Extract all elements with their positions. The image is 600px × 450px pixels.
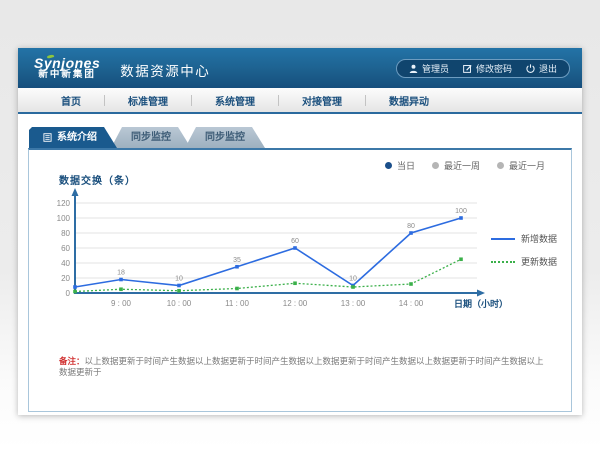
svg-text:35: 35 (233, 257, 241, 264)
svg-text:100: 100 (57, 214, 71, 223)
svg-text:9 : 00: 9 : 00 (111, 299, 132, 308)
logout-label: 退出 (539, 62, 557, 75)
tab-bar: 系统介绍 同步监控 同步监控 (29, 127, 265, 148)
time-range-filter: 当日 最近一周 最近一月 (385, 159, 545, 172)
svg-text:80: 80 (61, 229, 70, 238)
main-navigation: 首页 标准管理 系统管理 对接管理 数据异动 (18, 88, 582, 114)
tab-sync-monitor-1[interactable]: 同步监控 (111, 127, 191, 148)
nav-item-system[interactable]: 系统管理 (192, 93, 278, 108)
filter-label: 最近一周 (444, 159, 480, 172)
filter-today[interactable]: 当日 (385, 159, 415, 172)
content-area: 系统介绍 同步监控 同步监控 当日 最近一周 (18, 114, 582, 413)
dotted-line-icon (491, 261, 515, 263)
svg-text:18: 18 (117, 270, 125, 277)
power-icon (526, 64, 535, 73)
svg-text:0: 0 (66, 289, 71, 298)
app-header: Synjones 新中新集团 数据资源中心 管理员 修改密码 退出 (18, 48, 582, 88)
main-window: Synjones 新中新集团 数据资源中心 管理员 修改密码 退出 首页 标准管… (18, 48, 582, 415)
filter-last-week[interactable]: 最近一周 (432, 159, 480, 172)
tab-label: 同步监控 (131, 127, 171, 148)
legend-item-update-data[interactable]: 更新数据 (491, 255, 557, 268)
filter-last-month[interactable]: 最近一月 (497, 159, 545, 172)
svg-text:80: 80 (407, 223, 415, 230)
change-password-button[interactable]: 修改密码 (463, 62, 512, 75)
svg-text:120: 120 (57, 199, 71, 208)
svg-text:13 : 00: 13 : 00 (341, 299, 366, 308)
svg-text:60: 60 (291, 238, 299, 245)
current-user-button[interactable]: 管理员 (409, 62, 449, 75)
svg-text:11 : 00: 11 : 00 (225, 299, 249, 308)
chart-panel: 当日 最近一周 最近一月 数据交换（条） 0 20 40 60 80 100 120 9 : … (28, 148, 572, 412)
nav-item-data-change[interactable]: 数据异动 (366, 93, 452, 108)
radio-unselected-icon (497, 162, 504, 169)
current-user-label: 管理员 (422, 62, 449, 75)
page-title: 数据资源中心 (120, 60, 210, 80)
logo-text-cn: 新中新集团 (38, 70, 96, 80)
svg-text:20: 20 (61, 274, 70, 283)
tab-system-intro[interactable]: 系统介绍 (29, 127, 117, 148)
tab-sync-monitor-2[interactable]: 同步监控 (185, 127, 265, 148)
footnote-prefix: 备注： (59, 356, 85, 366)
line-chart: 0 20 40 60 80 100 120 9 : 00 10 : 00 11 : 00 12 : … (45, 188, 510, 328)
legend-label: 更新数据 (521, 255, 557, 268)
svg-text:60: 60 (61, 244, 70, 253)
filter-label: 当日 (397, 159, 415, 172)
chart-legend: 新增数据 更新数据 (491, 232, 557, 268)
svg-text:日期（小时）: 日期（小时） (454, 298, 508, 309)
filter-label: 最近一月 (509, 159, 545, 172)
svg-text:10 : 00: 10 : 00 (167, 299, 192, 308)
svg-text:40: 40 (61, 259, 70, 268)
chart-canvas: 0 20 40 60 80 100 120 9 : 00 10 : 00 11 : 00 12 : … (45, 188, 510, 323)
legend-item-new-data[interactable]: 新增数据 (491, 232, 557, 245)
footnote-text: 以上数据更新于时间产生数据以上数据更新于时间产生数据以上数据更新于时间产生数据以… (59, 356, 544, 377)
nav-item-integration[interactable]: 对接管理 (279, 93, 365, 108)
company-logo[interactable]: Synjones 新中新集团 (34, 56, 100, 81)
svg-text:14 : 00: 14 : 00 (399, 299, 424, 308)
svg-text:12 : 00: 12 : 00 (283, 299, 308, 308)
user-menu: 管理员 修改密码 退出 (396, 59, 570, 78)
nav-item-home[interactable]: 首页 (38, 93, 104, 108)
svg-text:100: 100 (455, 208, 467, 215)
nav-item-standards[interactable]: 标准管理 (105, 93, 191, 108)
tab-label: 同步监控 (205, 127, 245, 148)
svg-text:10: 10 (175, 276, 183, 283)
user-icon (409, 64, 418, 73)
document-icon (43, 133, 52, 142)
solid-line-icon (491, 238, 515, 240)
logout-button[interactable]: 退出 (526, 62, 557, 75)
radio-selected-icon (385, 162, 392, 169)
chart-y-axis-title: 数据交换（条） (59, 172, 136, 187)
legend-label: 新增数据 (521, 232, 557, 245)
svg-text:10: 10 (349, 276, 357, 283)
tab-label: 系统介绍 (57, 127, 97, 148)
edit-pencil-icon (463, 64, 472, 73)
radio-unselected-icon (432, 162, 439, 169)
change-password-label: 修改密码 (476, 62, 512, 75)
footnote: 备注：以上数据更新于时间产生数据以上数据更新于时间产生数据以上数据更新于时间产生… (59, 356, 549, 378)
